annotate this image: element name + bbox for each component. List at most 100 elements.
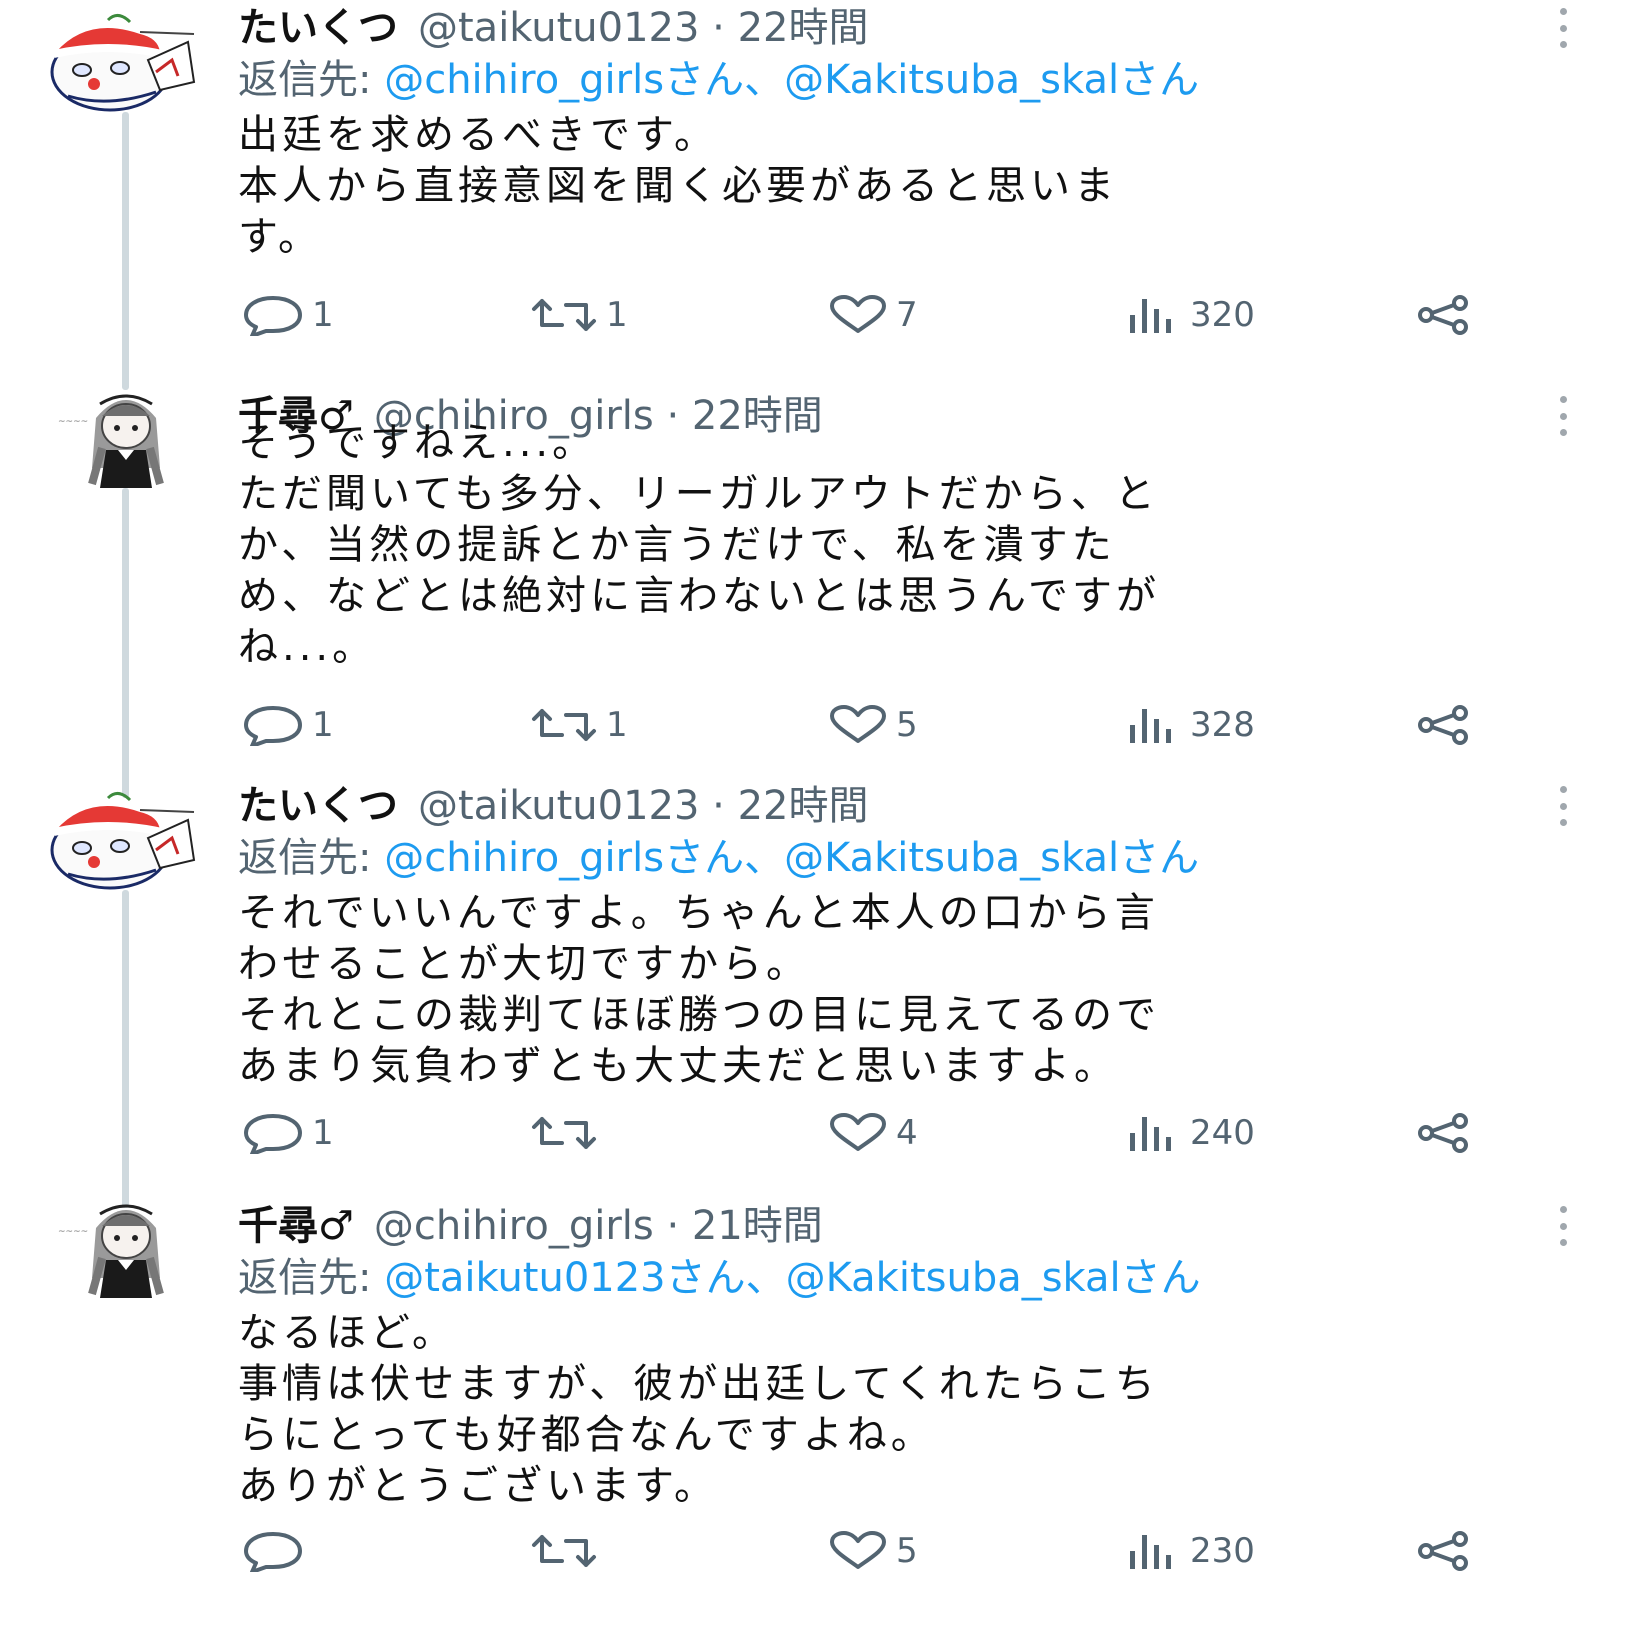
tweet[interactable]: ~~~~ 千尋♂ @chihiro_girls · 21時間 返信先: @taik… [0, 1198, 1644, 1644]
retweet-button[interactable]: 1 [530, 700, 628, 750]
anime-girl-avatar-icon: ~~~~ [58, 1204, 164, 1298]
tweet[interactable]: ~~~~ 千尋♂ @chihiro_girls · 22時間 そうですねえ...。… [0, 388, 1644, 808]
action-bar: 5 230 [0, 1526, 1644, 1576]
share-icon [1418, 1531, 1468, 1571]
heart-icon [830, 705, 886, 743]
reply-to: 返信先: @taikutu0123さん、@Kakitsuba_skalさん [238, 1250, 1201, 1306]
avatar[interactable] [48, 12, 198, 112]
tweet-text-line: ありがとうございます。 [238, 1463, 718, 1509]
tweet-thread: たいくつ @taikutu0123 · 22時間 返信先: @chihiro_gi… [0, 0, 1644, 1644]
reply-count: 1 [312, 1113, 334, 1153]
like-button[interactable]: 5 [828, 700, 918, 750]
reply-button[interactable]: 1 [242, 290, 334, 340]
views-button[interactable]: 230 [1126, 1526, 1255, 1576]
share-icon [1418, 295, 1468, 335]
retweet-icon [532, 1117, 596, 1149]
views-button[interactable]: 328 [1126, 700, 1255, 750]
user-handle[interactable]: @taikutu0123 [418, 783, 699, 829]
retweet-icon [532, 1535, 596, 1567]
bar-chart-icon [1130, 1117, 1171, 1151]
views-button[interactable]: 320 [1126, 290, 1255, 340]
action-bar: 1 4 240 [0, 1108, 1644, 1158]
views-button[interactable]: 240 [1126, 1108, 1255, 1158]
display-name[interactable]: たいくつ [238, 5, 398, 51]
heart-icon [830, 1113, 886, 1151]
reply-button[interactable]: 1 [242, 700, 334, 750]
more-options-icon[interactable] [1556, 1206, 1570, 1246]
bar-chart-icon [1130, 709, 1171, 743]
timestamp[interactable]: 21時間 [692, 1203, 823, 1249]
tweet-header: 千尋♂ @chihiro_girls · 21時間 [238, 1198, 823, 1254]
tweet-text: なるほど。 事情は伏せますが、彼が出廷してくれたらこち らにとっても好都合なんで… [238, 1308, 1578, 1512]
like-count: 5 [896, 1531, 918, 1571]
tweet-text-line: す。 [238, 214, 322, 260]
retweet-icon [532, 709, 596, 741]
separator: · [712, 5, 725, 51]
reply-to-mentions[interactable]: @chihiro_girlsさん、@Kakitsuba_skalさん [384, 57, 1199, 103]
separator: · [666, 1203, 680, 1249]
retweet-button[interactable]: 1 [530, 290, 628, 340]
user-handle[interactable]: @taikutu0123 [418, 5, 699, 51]
heart-icon [830, 1531, 886, 1569]
tweet-text-line: なるほど。 [238, 1310, 456, 1356]
tweet[interactable]: たいくつ @taikutu0123 · 22時間 返信先: @chihiro_gi… [0, 778, 1644, 1218]
tweet-text: それでいいんですよ。ちゃんと本人の口から言 わせることが大切ですから。 それとこ… [238, 888, 1578, 1092]
like-count: 5 [896, 705, 918, 745]
reply-button[interactable]: 1 [242, 1108, 334, 1158]
reply-to: 返信先: @chihiro_girlsさん、@Kakitsuba_skalさん [238, 52, 1199, 108]
share-button[interactable] [1414, 1108, 1472, 1158]
avatar[interactable]: ~~~~ [56, 1198, 196, 1298]
svg-text:~~~~: ~~~~ [58, 1227, 88, 1237]
avatar[interactable]: ~~~~ [56, 388, 196, 488]
tweet-text-line: 事情は伏せますが、彼が出廷してくれたらこち [238, 1361, 1159, 1407]
share-icon [1418, 1113, 1468, 1153]
reply-to-prefix: 返信先: [238, 835, 372, 881]
santa-hat-cartoon-avatar-icon [50, 14, 196, 112]
like-button[interactable]: 7 [828, 290, 918, 340]
view-count: 328 [1190, 705, 1255, 745]
tweet-text-line: それでいいんですよ。ちゃんと本人の口から言 [238, 890, 1159, 936]
tweet-text-line: め、などとは絶対に言わないとは思うんですが [238, 573, 1160, 619]
share-button[interactable] [1414, 700, 1472, 750]
reply-icon [244, 706, 302, 746]
tweet[interactable]: たいくつ @taikutu0123 · 22時間 返信先: @chihiro_gi… [0, 0, 1644, 400]
reply-to: 返信先: @chihiro_girlsさん、@Kakitsuba_skalさん [238, 830, 1199, 886]
tweet-header: たいくつ @taikutu0123 · 22時間 [238, 778, 869, 834]
timestamp[interactable]: 22時間 [738, 783, 869, 829]
tweet-text-line: か、当然の提訴とか言うだけで、私を潰すた [238, 522, 1116, 568]
like-button[interactable]: 4 [828, 1108, 918, 1158]
avatar[interactable] [48, 790, 198, 890]
view-count: 320 [1190, 295, 1255, 335]
action-bar: 1 1 5 328 [0, 700, 1644, 750]
user-handle[interactable]: @chihiro_girls [374, 1203, 654, 1249]
reply-to-mentions[interactable]: @taikutu0123さん、@Kakitsuba_skalさん [384, 1255, 1200, 1301]
share-button[interactable] [1414, 290, 1472, 340]
view-count: 240 [1190, 1113, 1255, 1153]
display-name[interactable]: たいくつ [238, 783, 398, 829]
like-count: 4 [896, 1113, 918, 1153]
reply-to-prefix: 返信先: [238, 1255, 372, 1301]
more-options-icon[interactable] [1556, 786, 1570, 826]
display-name[interactable]: 千尋♂ [238, 1203, 354, 1249]
more-options-icon[interactable] [1556, 8, 1570, 48]
tweet-text-line: ただ聞いても多分、リーガルアウトだから、と [238, 471, 1159, 517]
retweet-button[interactable] [530, 1526, 606, 1576]
tweet-header: たいくつ @taikutu0123 · 22時間 [238, 0, 869, 56]
bar-chart-icon [1130, 1535, 1171, 1569]
retweet-count: 1 [606, 295, 628, 335]
separator: · [712, 783, 725, 829]
tweet-text: 出廷を求めるべきです。 本人から直接意図を聞く必要があると思いま す。 [238, 110, 1578, 263]
reply-to-mentions[interactable]: @chihiro_girlsさん、@Kakitsuba_skalさん [384, 835, 1199, 881]
share-icon [1418, 705, 1468, 745]
like-count: 7 [896, 295, 918, 335]
bar-chart-icon [1130, 299, 1171, 333]
thread-connector [122, 890, 129, 1208]
reply-button[interactable] [242, 1526, 312, 1576]
like-button[interactable]: 5 [828, 1526, 918, 1576]
reply-icon [244, 1114, 302, 1154]
tweet-text: そうですねえ...。 ただ聞いても多分、リーガルアウトだから、と か、当然の提訴… [238, 418, 1578, 673]
timestamp[interactable]: 22時間 [738, 5, 869, 51]
share-button[interactable] [1414, 1526, 1472, 1576]
retweet-button[interactable] [530, 1108, 606, 1158]
tweet-text-line: らにとっても好都合なんですよね。 [238, 1412, 935, 1458]
